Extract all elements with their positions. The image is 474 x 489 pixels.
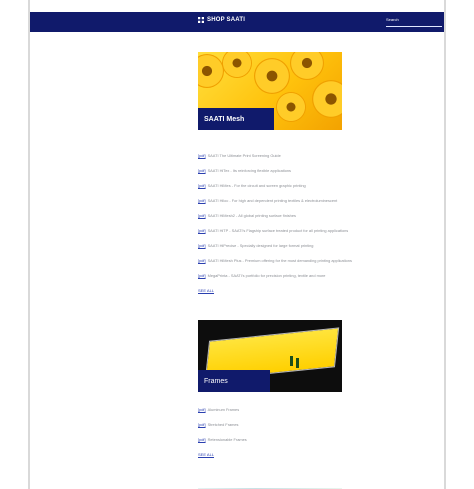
see-all-link[interactable]: SEE ALL bbox=[198, 452, 348, 464]
link-text: SAATI HiMes - For the circuit and screen… bbox=[207, 183, 306, 188]
frames-section: Frames [pdf] Aluminum Frames [pdf] Stretch… bbox=[198, 320, 348, 464]
list-item[interactable]: [pdf] Stretched Frames bbox=[198, 417, 348, 432]
mesh-caption: SAATI Mesh bbox=[198, 108, 274, 130]
mesh-hero-banner[interactable]: SAATI Mesh bbox=[198, 52, 342, 130]
brand-logo[interactable]: SHOP SAATI bbox=[198, 17, 245, 23]
pdf-tag[interactable]: [pdf] bbox=[198, 198, 206, 203]
main-content: SAATI Mesh [pdf] SAATI The Ultimate Print… bbox=[198, 52, 352, 489]
pdf-tag[interactable]: [pdf] bbox=[198, 258, 206, 263]
pdf-tag[interactable]: [pdf] bbox=[198, 273, 206, 278]
link-text: MegaPrinta - SAATI's portfolio for preci… bbox=[207, 273, 326, 278]
see-all-link[interactable]: SEE ALL bbox=[198, 288, 348, 300]
frames-hero-banner[interactable]: Frames bbox=[198, 320, 342, 392]
pdf-tag[interactable]: [pdf] bbox=[198, 153, 206, 158]
pdf-tag[interactable]: [pdf] bbox=[198, 213, 206, 218]
list-item[interactable]: [pdf] SAATI The Ultimate Print Screening … bbox=[198, 148, 348, 163]
mesh-links-list: [pdf] SAATI The Ultimate Print Screening … bbox=[198, 148, 352, 300]
link-text: Retensionable Frames bbox=[207, 437, 247, 442]
tube-decoration bbox=[276, 92, 306, 122]
link-text: Aluminum Frames bbox=[207, 407, 240, 412]
pdf-tag[interactable]: [pdf] bbox=[198, 168, 206, 173]
tube-decoration bbox=[254, 58, 290, 94]
pdf-tag[interactable]: [pdf] bbox=[198, 243, 206, 248]
brand-label: SHOP SAATI bbox=[207, 17, 246, 23]
list-item[interactable]: [pdf] Aluminum Frames bbox=[198, 402, 348, 417]
list-item[interactable]: [pdf] SAATI HiTP - SAATI's Flagship surfa… bbox=[198, 223, 348, 238]
pdf-tag[interactable]: [pdf] bbox=[198, 228, 206, 233]
link-text: SAATI The Ultimate Print Screening Guide bbox=[207, 153, 281, 158]
top-navigation-bar: SHOP SAATI Search bbox=[30, 12, 444, 32]
link-text: SAATI HiPrecise - Specially designed for… bbox=[207, 243, 314, 248]
link-text: SAATI Hiloc - For high and dependent pri… bbox=[207, 198, 338, 203]
list-item[interactable]: [pdf] Retensionable Frames bbox=[198, 432, 348, 447]
link-text: SAATI HiMesh Plus - Premium offering for… bbox=[207, 258, 352, 263]
pdf-tag[interactable]: [pdf] bbox=[198, 437, 206, 442]
list-item[interactable]: [pdf] SAATI HiTex - Its reinforcing flexi… bbox=[198, 163, 348, 178]
bolt-decoration bbox=[290, 356, 293, 366]
grid-icon bbox=[198, 17, 204, 23]
pdf-tag[interactable]: [pdf] bbox=[198, 422, 206, 427]
list-item[interactable]: [pdf] SAATI HiPrecise - Specially designe… bbox=[198, 238, 348, 253]
search-input[interactable]: Search bbox=[386, 17, 442, 27]
link-text: Stretched Frames bbox=[207, 422, 239, 427]
link-text: SAATI HiTP - SAATI's Flagship surface tr… bbox=[207, 228, 349, 233]
left-divider bbox=[28, 0, 30, 489]
tube-decoration bbox=[312, 80, 342, 118]
list-item[interactable]: [pdf] SAATI HiMes - For the circuit and s… bbox=[198, 178, 348, 193]
list-item[interactable]: [pdf] MegaPrinta - SAATI's portfolio for … bbox=[198, 268, 348, 283]
link-text: SAATI HiTex - Its reinforcing flexible a… bbox=[207, 168, 291, 173]
pdf-tag[interactable]: [pdf] bbox=[198, 407, 206, 412]
list-item[interactable]: [pdf] SAATI Hiloc - For high and dependen… bbox=[198, 193, 348, 208]
frames-links-list: [pdf] Aluminum Frames [pdf] Stretched Fram… bbox=[198, 402, 348, 464]
list-item[interactable]: [pdf] SAATI HiMesh2 - All global printing… bbox=[198, 208, 348, 223]
frames-caption: Frames bbox=[198, 370, 270, 392]
pdf-tag[interactable]: [pdf] bbox=[198, 183, 206, 188]
link-text: SAATI HiMesh2 - All global printing surf… bbox=[207, 213, 296, 218]
search-placeholder: Search bbox=[386, 17, 399, 22]
list-item[interactable]: [pdf] SAATI HiMesh Plus - Premium offerin… bbox=[198, 253, 352, 268]
bolt-decoration bbox=[296, 358, 299, 368]
left-margin bbox=[0, 0, 28, 489]
right-margin bbox=[446, 0, 474, 489]
